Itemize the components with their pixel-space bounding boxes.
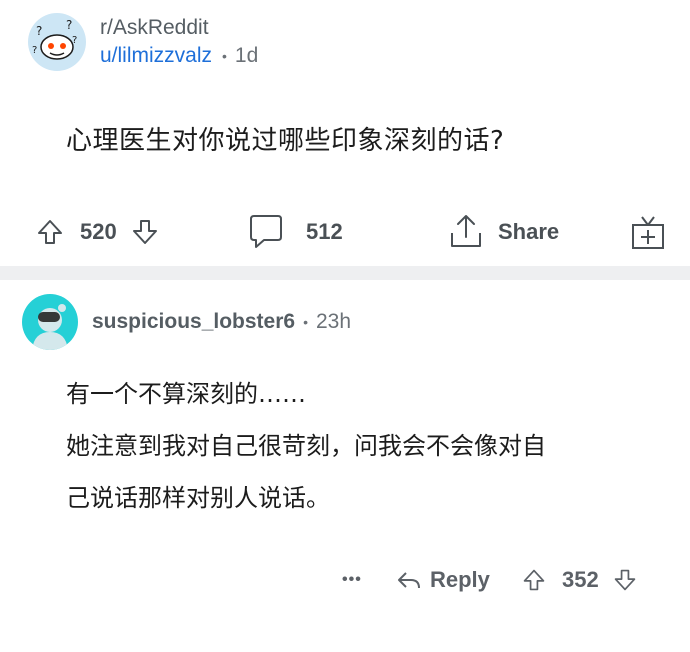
- post-author-link[interactable]: u/lilmizzvalz: [100, 42, 212, 70]
- comment-count: 512: [306, 219, 343, 244]
- reply-button[interactable]: Reply: [396, 558, 490, 602]
- comment-author-link[interactable]: suspicious_lobster6: [92, 310, 295, 334]
- svg-text:?: ?: [36, 24, 42, 38]
- gift-icon: [630, 213, 666, 251]
- separator-dot: •: [222, 48, 227, 64]
- svg-text:?: ?: [32, 45, 37, 56]
- comment-header: suspicious_lobster6 • 23h: [22, 294, 351, 350]
- section-divider: [0, 266, 690, 280]
- post-vote-count: 520: [80, 219, 117, 244]
- svg-text:?: ?: [66, 18, 72, 32]
- comment-line: 己说话那样对别人说话。: [66, 484, 330, 512]
- reply-label: Reply: [430, 567, 490, 592]
- comment-body: 有一个不算深刻的…… 她注意到我对自己很苛刻，问我会不会像对自 己说话那样对别人…: [66, 368, 666, 524]
- comment-line: 她注意到我对自己很苛刻，问我会不会像对自: [66, 432, 546, 460]
- comment-age: 23h: [315, 310, 352, 333]
- comment-action-bar: ••• Reply 352: [0, 558, 690, 602]
- speech-bubble-icon: [248, 213, 284, 251]
- comment-vote-count: 352: [562, 567, 599, 592]
- arrow-up-icon[interactable]: [36, 218, 64, 246]
- reply-arrow-icon: [396, 567, 422, 593]
- subreddit-name[interactable]: r/AskReddit: [100, 14, 258, 42]
- post-age: 1d: [234, 44, 259, 67]
- arrow-down-icon[interactable]: [613, 568, 637, 592]
- comments-button[interactable]: 512: [248, 208, 343, 256]
- more-options-button[interactable]: •••: [342, 558, 362, 602]
- comment-vote-control: 352: [522, 558, 637, 602]
- comment-line: 有一个不算深刻的……: [66, 380, 306, 408]
- share-icon: [448, 213, 484, 251]
- share-button[interactable]: Share: [448, 208, 559, 256]
- separator-dot: •: [303, 314, 308, 330]
- svg-text:?: ?: [72, 35, 77, 46]
- subreddit-avatar-icon[interactable]: ? ? ? ?: [28, 13, 86, 71]
- award-button[interactable]: [630, 208, 666, 256]
- post-title[interactable]: 心理医生对你说过哪些印象深刻的话?: [66, 120, 504, 157]
- post-action-bar: 520 512 Share: [0, 208, 690, 256]
- post-header: ? ? ? ? r/AskReddit u/lilmizzvalz • 1d: [28, 13, 259, 71]
- share-label: Share: [498, 219, 560, 244]
- vote-control: 520: [36, 208, 159, 256]
- comment-avatar-icon[interactable]: [22, 294, 78, 350]
- arrow-down-icon[interactable]: [131, 218, 159, 246]
- arrow-up-icon[interactable]: [522, 568, 546, 592]
